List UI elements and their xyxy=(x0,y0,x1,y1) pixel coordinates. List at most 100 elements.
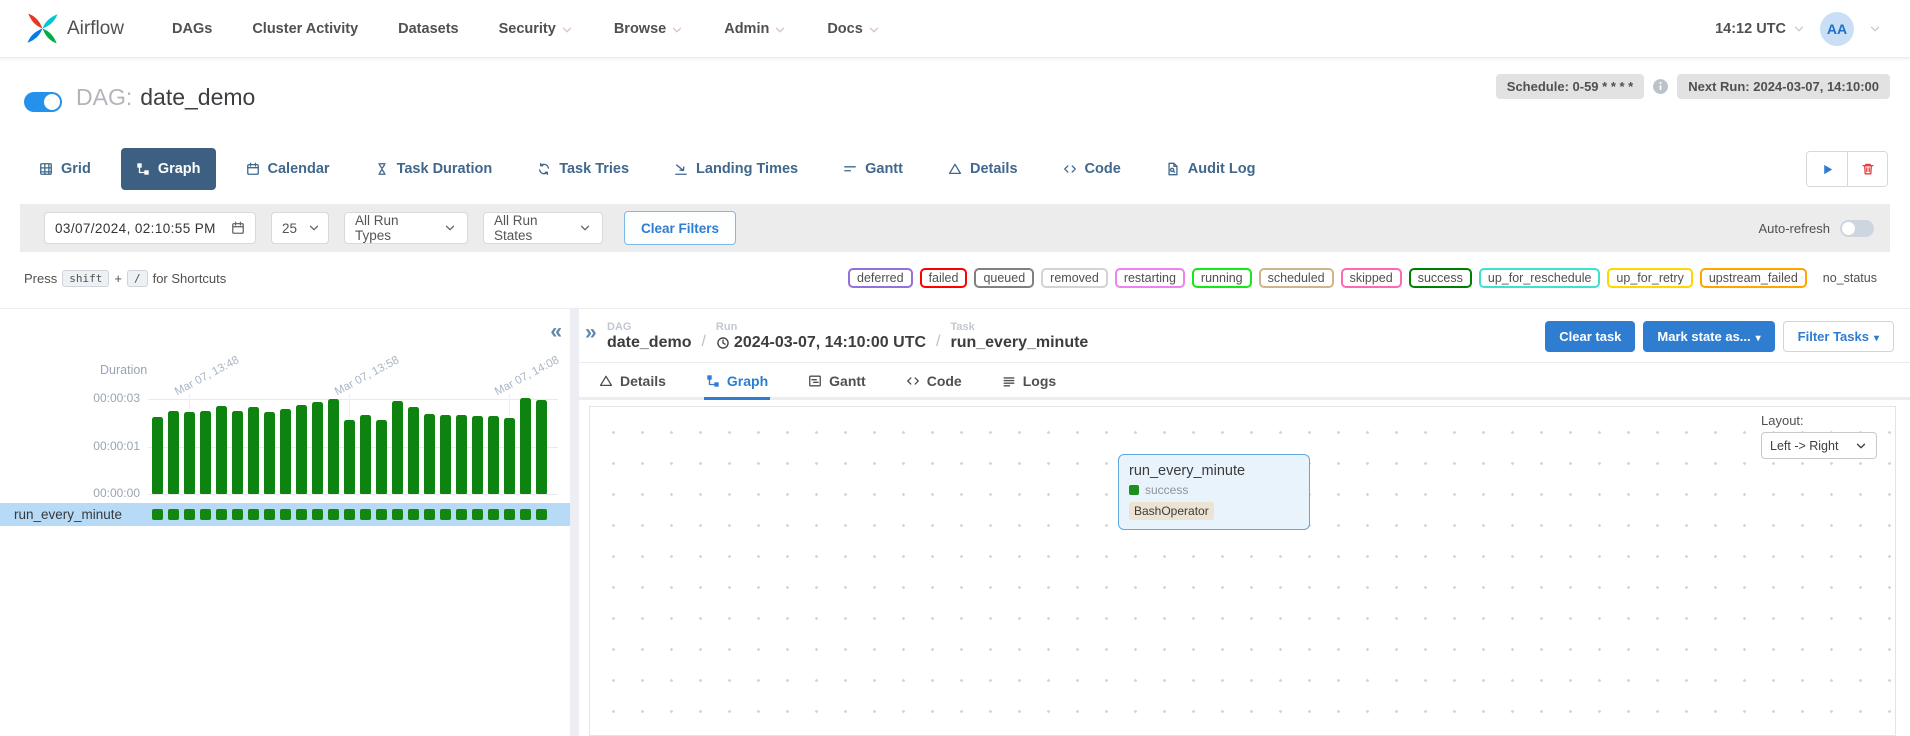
clear-task-button[interactable]: Clear task xyxy=(1545,321,1635,352)
duration-bar[interactable] xyxy=(504,418,515,494)
airflow-brand[interactable]: Airflow xyxy=(26,12,124,45)
run-types-select[interactable]: All Run Types xyxy=(344,212,468,244)
duration-bar[interactable] xyxy=(168,411,179,494)
nav-item-datasets[interactable]: Datasets xyxy=(398,21,458,37)
task-instance-marker-success[interactable] xyxy=(248,509,259,520)
task-instance-marker-success[interactable] xyxy=(200,509,211,520)
tab-code[interactable]: Code xyxy=(904,363,964,400)
task-instance-marker-success[interactable] xyxy=(408,509,419,520)
task-instance-marker-success[interactable] xyxy=(472,509,483,520)
duration-bar[interactable] xyxy=(280,409,291,494)
duration-bar[interactable] xyxy=(536,400,547,494)
tab-task-tries[interactable]: Task Tries xyxy=(522,148,644,190)
task-instance-marker-success[interactable] xyxy=(440,509,451,520)
auto-refresh-toggle[interactable] xyxy=(1840,220,1874,237)
trigger-dag-button[interactable] xyxy=(1807,152,1847,186)
breadcrumb-task[interactable]: Task run_every_minute xyxy=(950,321,1088,352)
delete-dag-button[interactable] xyxy=(1847,152,1887,186)
run-states-select[interactable]: All Run States xyxy=(483,212,603,244)
page-size-select[interactable]: 25 xyxy=(271,212,329,244)
duration-bar[interactable] xyxy=(488,416,499,494)
task-instance-marker-success[interactable] xyxy=(184,509,195,520)
mark-state-button[interactable]: Mark state as...▾ xyxy=(1643,321,1774,352)
task-instance-marker-success[interactable] xyxy=(392,509,403,520)
task-instance-marker-success[interactable] xyxy=(264,509,275,520)
date-filter-input[interactable]: 03/07/2024, 02:10:55 PM xyxy=(44,212,256,244)
tab-logs[interactable]: Logs xyxy=(1000,363,1058,400)
duration-bar[interactable] xyxy=(152,417,163,494)
dag-pause-toggle[interactable] xyxy=(24,92,62,112)
filter-tasks-button[interactable]: Filter Tasks▾ xyxy=(1783,321,1894,352)
graph-canvas[interactable]: run_every_minute success BashOperator La… xyxy=(589,406,1896,736)
duration-bar[interactable] xyxy=(408,407,419,494)
duration-bar[interactable] xyxy=(296,405,307,494)
task-row-label[interactable]: run_every_minute xyxy=(14,503,122,526)
task-instance-marker-success[interactable] xyxy=(504,509,515,520)
run-types-value: All Run Types xyxy=(355,213,433,243)
duration-bar[interactable] xyxy=(376,420,387,494)
duration-bar[interactable] xyxy=(456,415,467,494)
nav-item-admin[interactable]: Admin xyxy=(724,21,787,37)
nav-item-browse[interactable]: Browse xyxy=(614,21,684,37)
tab-audit-log[interactable]: Audit Log xyxy=(1151,148,1271,190)
nav-item-dags[interactable]: DAGs xyxy=(172,21,212,37)
clock-menu[interactable]: 14:12 UTC xyxy=(1715,21,1806,37)
duration-bar[interactable] xyxy=(248,407,259,494)
task-instance-marker-success[interactable] xyxy=(168,509,179,520)
duration-bar[interactable] xyxy=(520,398,531,494)
duration-bar[interactable] xyxy=(424,414,435,494)
task-row[interactable]: run_every_minute xyxy=(0,503,570,526)
nav-item-security[interactable]: Security xyxy=(499,21,574,37)
breadcrumb-dag[interactable]: DAG date_demo xyxy=(607,321,691,352)
task-instance-marker-success[interactable] xyxy=(328,509,339,520)
tab-task-duration[interactable]: Task Duration xyxy=(360,148,508,190)
avatar[interactable]: AA xyxy=(1820,12,1854,46)
task-instance-marker-success[interactable] xyxy=(216,509,227,520)
tab-graph[interactable]: Graph xyxy=(704,363,770,400)
duration-bar[interactable] xyxy=(184,412,195,494)
task-instance-marker-success[interactable] xyxy=(456,509,467,520)
tab-graph[interactable]: Graph xyxy=(121,148,216,190)
nav-item-cluster-activity[interactable]: Cluster Activity xyxy=(252,21,358,37)
y-gridline xyxy=(148,494,558,495)
task-instance-marker-success[interactable] xyxy=(152,509,163,520)
tab-details[interactable]: Details xyxy=(933,148,1033,190)
task-instance-marker-success[interactable] xyxy=(344,509,355,520)
nav-item-docs[interactable]: Docs xyxy=(827,21,880,37)
duration-bar[interactable] xyxy=(216,406,227,494)
duration-bar[interactable] xyxy=(232,411,243,494)
duration-bar[interactable] xyxy=(360,415,371,494)
task-instance-marker-success[interactable] xyxy=(296,509,307,520)
duration-bar[interactable] xyxy=(440,415,451,494)
tab-details[interactable]: Details xyxy=(597,363,668,400)
tab-grid[interactable]: Grid xyxy=(24,148,106,190)
panel-resize-gutter[interactable] xyxy=(570,309,579,736)
task-instance-marker-success[interactable] xyxy=(232,509,243,520)
tab-gantt[interactable]: Gantt xyxy=(828,148,918,190)
duration-bar[interactable] xyxy=(392,401,403,494)
tab-calendar[interactable]: Calendar xyxy=(231,148,345,190)
calendar-icon xyxy=(231,221,245,235)
duration-bar[interactable] xyxy=(328,399,339,494)
tab-code[interactable]: Code xyxy=(1048,148,1136,190)
task-instance-marker-success[interactable] xyxy=(280,509,291,520)
task-instance-marker-success[interactable] xyxy=(360,509,371,520)
task-instance-marker-success[interactable] xyxy=(312,509,323,520)
duration-bar[interactable] xyxy=(344,420,355,494)
duration-bar[interactable] xyxy=(472,416,483,494)
duration-bar[interactable] xyxy=(264,412,275,494)
duration-bar[interactable] xyxy=(312,402,323,494)
tab-gantt[interactable]: Gantt xyxy=(806,363,868,400)
breadcrumb-run[interactable]: Run 2024-03-07, 14:10:00 UTC xyxy=(716,321,926,352)
duration-bar[interactable] xyxy=(200,411,211,494)
task-instance-marker-success[interactable] xyxy=(488,509,499,520)
task-instance-marker-success[interactable] xyxy=(376,509,387,520)
tab-landing-times[interactable]: Landing Times xyxy=(659,148,813,190)
task-instance-marker-success[interactable] xyxy=(536,509,547,520)
clear-filters-button[interactable]: Clear Filters xyxy=(624,211,736,245)
info-icon[interactable] xyxy=(1652,78,1669,95)
layout-select[interactable]: Left -> Right xyxy=(1761,432,1877,459)
task-instance-marker-success[interactable] xyxy=(520,509,531,520)
task-node-run-every-minute[interactable]: run_every_minute success BashOperator xyxy=(1118,454,1310,530)
task-instance-marker-success[interactable] xyxy=(424,509,435,520)
